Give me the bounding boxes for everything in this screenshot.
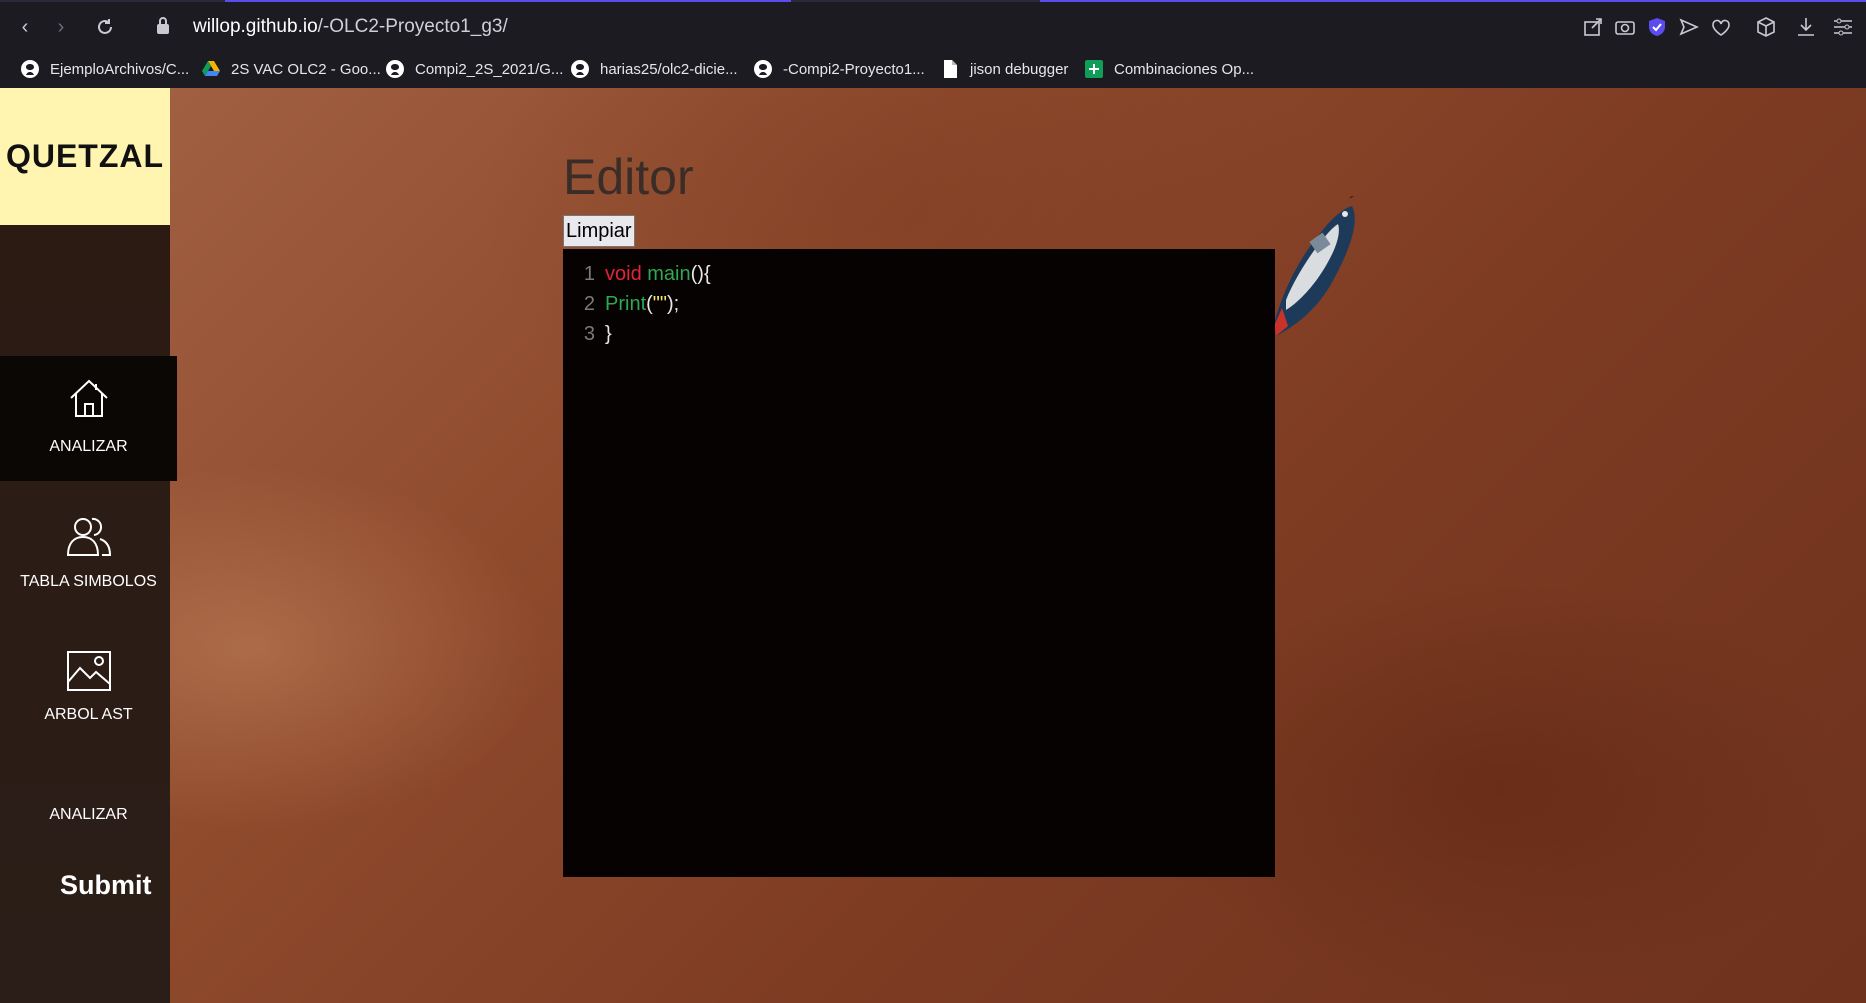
heart-icon[interactable] — [1708, 14, 1734, 40]
browser-toolbar: ‹ › willop.github.io/-OLC2-Proyecto1_g3/ — [0, 0, 1866, 50]
nav-item-analizar-2[interactable]: ANALIZAR — [0, 806, 177, 836]
reload-icon[interactable] — [92, 14, 118, 40]
github-icon — [571, 60, 589, 78]
users-icon — [66, 517, 111, 556]
settings-sliders-icon[interactable] — [1830, 14, 1856, 40]
clear-button[interactable]: Limpiar — [563, 215, 635, 247]
nav-item-label: ANALIZAR — [49, 806, 128, 823]
code-token: ( — [646, 293, 653, 315]
code-text: } — [605, 319, 612, 349]
nav-item-arbol-ast[interactable]: ARBOL AST — [0, 650, 177, 760]
image-icon — [66, 651, 111, 691]
bookmark-item[interactable]: 2S VAC OLC2 - Goo... — [201, 55, 381, 83]
share-icon[interactable] — [1580, 14, 1606, 40]
bookmark-label: Combinaciones Op... — [1114, 60, 1255, 78]
code-token: Print — [605, 293, 647, 315]
bookmark-item[interactable]: EjemploArchivos/C... — [20, 55, 189, 83]
page-title: Editor — [563, 149, 694, 205]
bookmark-item[interactable]: Combinaciones Op... — [1084, 55, 1254, 83]
bookmark-item[interactable]: harias25/olc2-dicie... — [570, 55, 738, 83]
bookmark-label: EjemploArchivos/C... — [50, 60, 190, 78]
submit-button[interactable]: Submit — [60, 870, 152, 901]
github-icon — [21, 60, 39, 78]
line-number: 1 — [583, 263, 595, 285]
line-number: 3 — [583, 323, 595, 345]
code-token: } — [605, 323, 612, 345]
app-logo: QUETZAL — [0, 88, 170, 225]
code-line[interactable]: 3} — [563, 319, 1275, 349]
address-bar[interactable]: willop.github.io/-OLC2-Proyecto1_g3/ — [193, 14, 508, 40]
bookmarks-bar: EjemploArchivos/C... 2S VAC OLC2 - Goo..… — [0, 50, 1866, 88]
tab-indicator — [225, 0, 791, 2]
camera-icon[interactable] — [1612, 14, 1638, 40]
code-token: "" — [652, 293, 667, 315]
bookmark-item[interactable]: Compi2_2S_2021/G... — [385, 55, 563, 83]
bookmark-label: Compi2_2S_2021/G... — [415, 60, 564, 78]
back-icon[interactable]: ‹ — [12, 14, 38, 40]
code-line[interactable]: 2 Print(""); — [563, 289, 1275, 319]
code-token: ); — [667, 293, 680, 315]
nav-item-label: ANALIZAR — [49, 438, 128, 455]
bookmark-label: jison debugger — [970, 60, 1069, 78]
code-token: main — [647, 263, 691, 285]
github-icon — [386, 60, 404, 78]
lock-icon[interactable] — [156, 16, 170, 36]
tab-indicator-right — [1040, 0, 1866, 2]
url-path: /-OLC2-Proyecto1_g3/ — [317, 16, 508, 37]
google-drive-icon — [202, 61, 220, 76]
shield-icon[interactable] — [1644, 14, 1670, 40]
url-domain: willop.github.io — [193, 16, 318, 37]
forward-icon[interactable]: › — [48, 14, 74, 40]
nav-item-label: ARBOL AST — [44, 706, 133, 723]
sidebar: QUETZAL ANALIZAR TABLA SIMBOLOS ARBOL AS… — [0, 88, 177, 1003]
send-icon[interactable] — [1676, 14, 1702, 40]
code-line[interactable]: 1 void main(){ — [563, 259, 1275, 289]
github-icon — [754, 60, 772, 78]
nav-item-analizar[interactable]: ANALIZAR — [0, 356, 177, 481]
bookmark-label: -Compi2-Proyecto1... — [783, 60, 925, 78]
bookmark-label: 2S VAC OLC2 - Goo... — [231, 60, 381, 78]
download-icon[interactable] — [1793, 14, 1819, 40]
bookmark-item[interactable]: jison debugger — [940, 55, 1068, 83]
box-icon[interactable] — [1753, 14, 1779, 40]
line-number: 2 — [583, 293, 595, 315]
page-background: QUETZAL ANALIZAR TABLA SIMBOLOS ARBOL AS… — [0, 88, 1866, 1003]
code-token: (){ — [690, 263, 711, 285]
nav-item-tabla-simbolos[interactable]: TABLA SIMBOLOS — [0, 513, 177, 623]
bookmark-label: harias25/olc2-dicie... — [600, 60, 738, 78]
nav-item-label: TABLA SIMBOLOS — [20, 573, 157, 590]
code-token: void — [605, 263, 642, 285]
google-sheets-icon — [1085, 60, 1103, 78]
bookmark-item[interactable]: -Compi2-Proyecto1... — [753, 55, 925, 83]
home-icon — [69, 379, 108, 417]
code-text: void main(){ — [605, 259, 711, 289]
document-icon — [944, 60, 957, 78]
code-editor[interactable]: 1 void main(){2 Print(""); 3} — [563, 249, 1275, 877]
code-text: Print(""); — [605, 289, 679, 319]
